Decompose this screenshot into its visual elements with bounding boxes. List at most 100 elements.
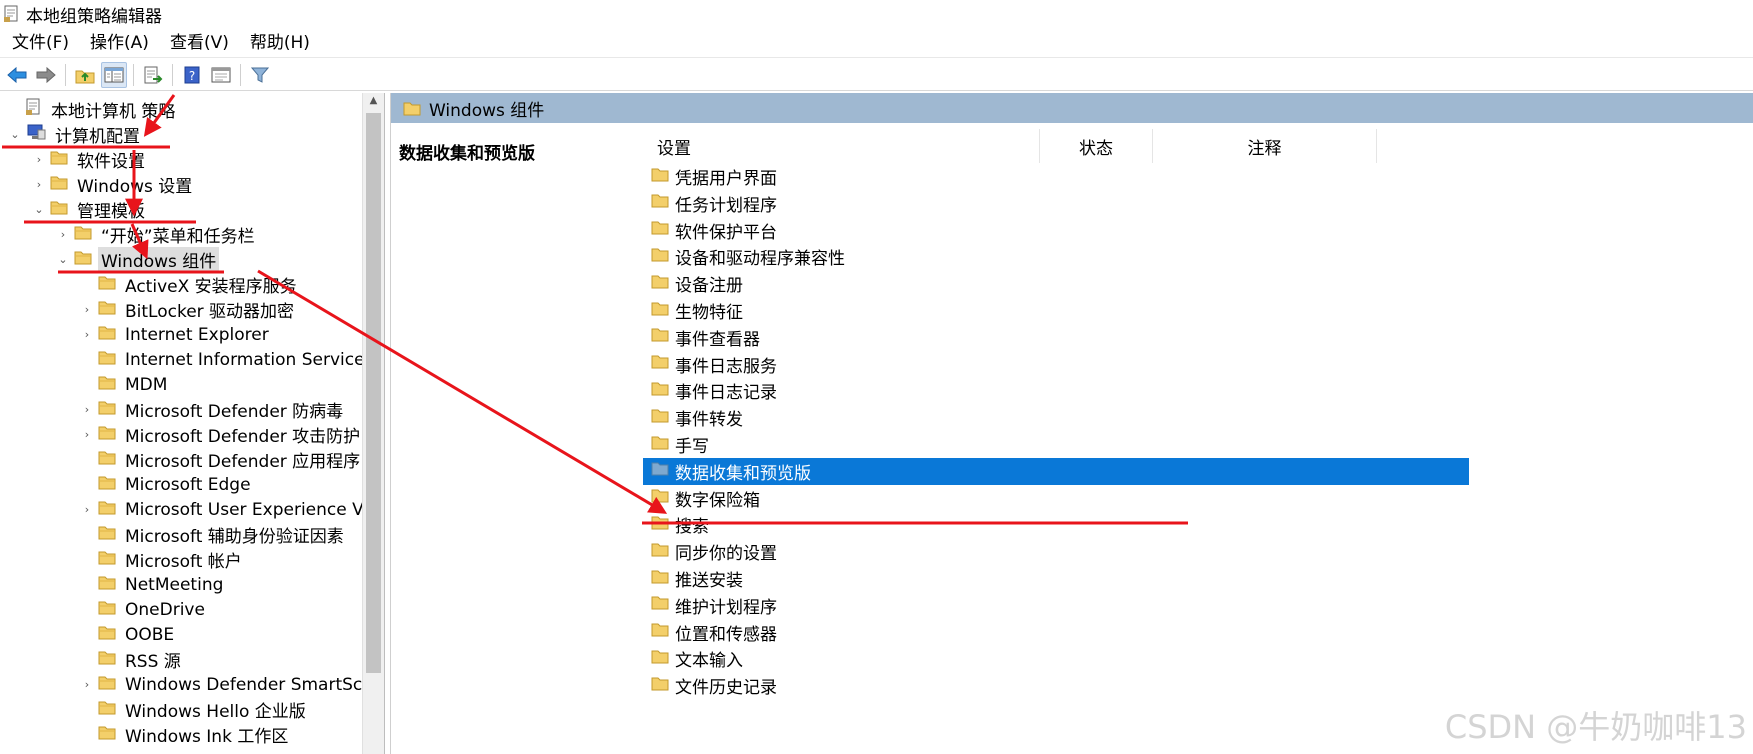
tree-scrollbar[interactable]: ▲ xyxy=(362,93,384,754)
expand-chevron-icon[interactable]: › xyxy=(56,228,70,241)
expand-chevron-icon[interactable]: › xyxy=(80,428,94,441)
filter-icon[interactable] xyxy=(247,62,273,88)
settings-list-item-label: 维护计划程序 xyxy=(675,597,777,618)
settings-list-item[interactable]: 推送安装 xyxy=(643,565,1469,592)
help-icon[interactable]: ? xyxy=(179,62,205,88)
settings-list-item-label: 数据收集和预览版 xyxy=(675,463,811,484)
settings-list-item[interactable]: 同步你的设置 xyxy=(643,538,1469,565)
menu-view[interactable]: 查看(V) xyxy=(158,29,238,57)
scrollbar-thumb[interactable] xyxy=(366,113,381,673)
folder-icon xyxy=(98,450,116,470)
expand-chevron-icon[interactable]: › xyxy=(80,503,94,516)
scroll-up-icon[interactable]: ▲ xyxy=(363,95,384,111)
settings-list-item[interactable]: 维护计划程序 xyxy=(643,592,1469,619)
settings-list-item[interactable]: 事件查看器 xyxy=(643,324,1469,351)
expand-chevron-icon[interactable]: › xyxy=(80,678,94,691)
tree-node[interactable]: MDM xyxy=(80,372,170,397)
tree-node[interactable]: OneDrive xyxy=(80,597,208,622)
settings-list-item-label: 生物特征 xyxy=(675,303,743,323)
tree-node[interactable]: › BitLocker 驱动器加密 xyxy=(80,297,297,322)
settings-list-item[interactable]: 设备和驱动程序兼容性 xyxy=(643,243,1469,270)
tree-node[interactable]: › Microsoft Defender 攻击防护 xyxy=(80,422,363,447)
column-header-setting[interactable]: 设置 xyxy=(643,129,1040,163)
tree-node[interactable]: ActiveX 安装程序服务 xyxy=(80,272,300,297)
settings-list-item[interactable]: 搜索 xyxy=(643,511,1469,538)
tree-node[interactable]: › Windows 设置 xyxy=(32,172,195,197)
settings-list-item[interactable]: 凭据用户界面 xyxy=(643,163,1469,190)
tree-node[interactable]: ⌄ Windows 组件 xyxy=(56,247,220,272)
tree-node[interactable]: › Windows Defender SmartScr xyxy=(80,672,372,697)
settings-list-item[interactable]: 位置和传感器 xyxy=(643,619,1469,646)
settings-list: 设置 状态 注释 凭据用户界面 任务计划程序 软件保护平台 设备和驱动程序兼容性 设备注… xyxy=(643,129,1753,754)
menu-help[interactable]: 帮助(H) xyxy=(238,29,319,57)
section-title: 数据收集和预览版 xyxy=(399,144,535,164)
settings-list-item[interactable]: 事件转发 xyxy=(643,404,1469,431)
tree-node[interactable]: › Microsoft User Experience Vir xyxy=(80,497,378,522)
tree-node[interactable]: 本地计算机 策略 xyxy=(8,97,178,122)
expand-chevron-icon[interactable]: › xyxy=(32,178,46,191)
tree-node[interactable]: Microsoft 帐户 xyxy=(80,547,245,572)
back-arrow-icon[interactable] xyxy=(4,62,30,88)
folder-icon xyxy=(403,102,421,115)
folder-icon xyxy=(98,325,116,345)
collapse-chevron-icon[interactable]: ⌄ xyxy=(56,253,70,266)
settings-list-item[interactable]: 事件日志记录 xyxy=(643,377,1469,404)
tree-node[interactable]: Internet Information Services xyxy=(80,347,376,372)
settings-list-item[interactable]: 软件保护平台 xyxy=(643,217,1469,244)
folder-icon xyxy=(651,354,669,374)
tree-node-label: “开始”菜单和任务栏 xyxy=(101,227,255,247)
folder-icon xyxy=(98,375,116,395)
settings-list-item[interactable]: 设备注册 xyxy=(643,270,1469,297)
tree-node[interactable]: OOBE xyxy=(80,622,177,647)
title-bar: 本地组策略编辑器 xyxy=(0,0,1753,28)
forward-arrow-icon[interactable] xyxy=(33,62,59,88)
menu-file[interactable]: 文件(F) xyxy=(0,29,78,57)
tree-node[interactable]: ⌄ 管理模板 xyxy=(32,197,148,222)
menu-bar: 文件(F) 操作(A) 查看(V) 帮助(H) xyxy=(0,28,1753,58)
settings-list-item-label: 位置和传感器 xyxy=(675,624,777,645)
settings-list-item[interactable]: 文本输入 xyxy=(643,645,1469,672)
tree-node[interactable]: Microsoft Defender 应用程序 xyxy=(80,447,363,472)
tree-node[interactable]: NetMeeting xyxy=(80,572,226,597)
folder-icon xyxy=(651,542,669,562)
tree-node[interactable]: Windows Ink 工作区 xyxy=(80,722,291,747)
tree-node[interactable]: › “开始”菜单和任务栏 xyxy=(56,222,258,247)
export-list-icon[interactable] xyxy=(140,62,166,88)
tree-node[interactable]: ⌄ 计算机配置 xyxy=(8,122,143,147)
folder-icon xyxy=(98,275,116,295)
settings-list-item[interactable]: 手写 xyxy=(643,431,1469,458)
settings-list-item-label: 事件日志服务 xyxy=(675,356,777,377)
collapse-chevron-icon[interactable]: ⌄ xyxy=(32,203,46,216)
settings-list-item[interactable]: 生物特征 xyxy=(643,297,1469,324)
folder-icon xyxy=(50,175,68,195)
tree-node[interactable]: › Internet Explorer xyxy=(80,322,272,347)
settings-list-item[interactable]: 任务计划程序 xyxy=(643,190,1469,217)
expand-chevron-icon[interactable]: › xyxy=(32,153,46,166)
expand-chevron-icon[interactable]: › xyxy=(80,303,94,316)
folder-icon xyxy=(651,327,669,347)
tree-node-label: Windows Ink 工作区 xyxy=(125,727,289,747)
settings-list-item[interactable]: 数字保险箱 xyxy=(643,485,1469,512)
expand-chevron-icon[interactable]: › xyxy=(80,328,94,341)
tree-node[interactable]: RSS 源 xyxy=(80,647,184,672)
settings-list-item[interactable]: 文件历史记录 xyxy=(643,672,1469,699)
folder-icon xyxy=(651,488,669,508)
folder-icon xyxy=(651,193,669,213)
tree-node[interactable]: Windows Hello 企业版 xyxy=(80,697,309,722)
column-header-state[interactable]: 状态 xyxy=(1040,129,1153,163)
collapse-chevron-icon[interactable]: ⌄ xyxy=(8,128,22,141)
tree-node[interactable]: Microsoft 辅助身份验证因素 xyxy=(80,522,347,547)
settings-list-item[interactable]: 事件日志服务 xyxy=(643,351,1469,378)
up-folder-icon[interactable] xyxy=(72,62,98,88)
expand-chevron-icon[interactable]: › xyxy=(80,403,94,416)
menu-action[interactable]: 操作(A) xyxy=(78,29,158,57)
tree-node[interactable]: Microsoft Edge xyxy=(80,472,254,497)
tree-node-label: Windows Hello 企业版 xyxy=(125,702,306,722)
tree-node[interactable]: › Microsoft Defender 防病毒 xyxy=(80,397,346,422)
show-hide-tree-icon[interactable] xyxy=(101,61,127,88)
tree-node-label: Windows 组件 xyxy=(98,247,220,272)
settings-list-item[interactable]: 数据收集和预览版 xyxy=(643,457,1469,485)
properties-icon[interactable] xyxy=(208,62,234,88)
column-header-comment[interactable]: 注释 xyxy=(1153,129,1377,163)
tree-node[interactable]: › 软件设置 xyxy=(32,147,148,172)
